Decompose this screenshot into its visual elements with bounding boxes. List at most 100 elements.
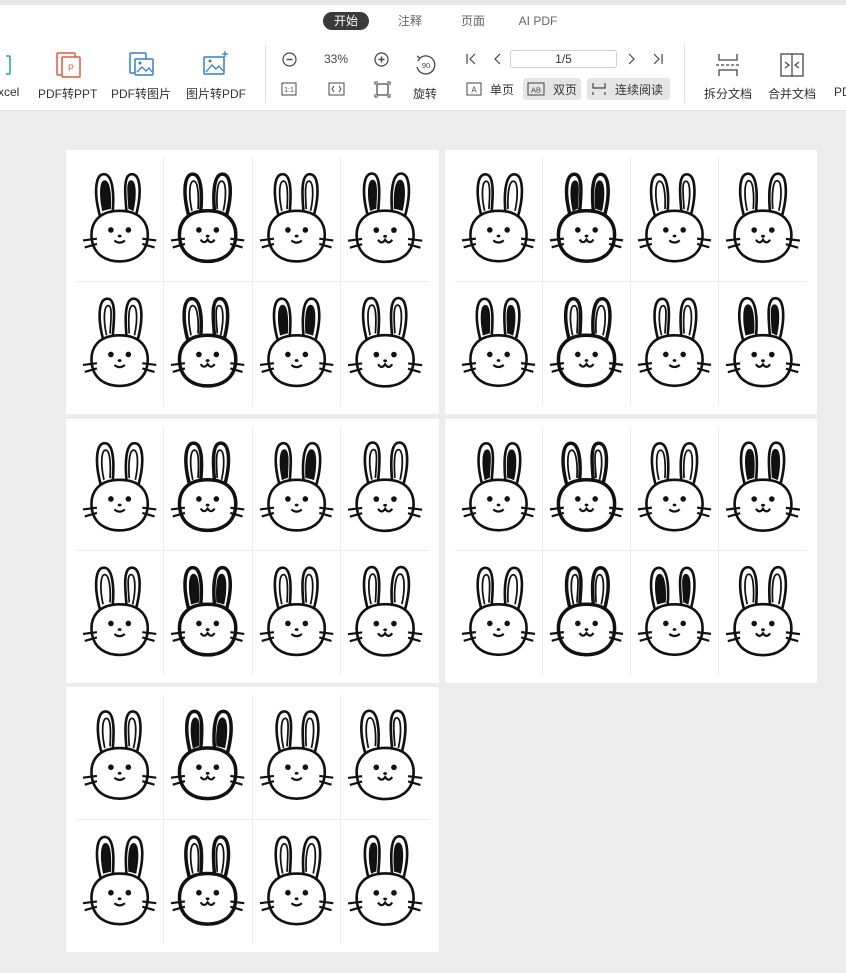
rabbit-illustration	[543, 158, 631, 282]
to-excel-button[interactable]: xcel	[0, 49, 19, 99]
ppt-icon: P	[55, 49, 81, 81]
rabbit-illustration	[631, 282, 719, 406]
single-page-label: 单页	[490, 82, 515, 97]
zoom-level[interactable]: 33%	[324, 52, 348, 66]
document-page-2[interactable]	[445, 150, 817, 414]
toolbar: 开始 注释 页面 AI PDF xcel P PDF转PPT PDF转图片 图片…	[0, 5, 846, 111]
pdf-to-image-icon	[127, 49, 155, 81]
rabbit-illustration	[719, 551, 807, 675]
continuous-read-button[interactable]: 连续阅读	[587, 78, 670, 100]
rabbit-illustration	[341, 551, 429, 675]
tab-page[interactable]: 页面	[455, 12, 491, 30]
rabbit-illustration	[252, 427, 341, 551]
rotate-button[interactable]: 90 旋转	[413, 49, 437, 102]
svg-text:AB: AB	[531, 86, 541, 95]
rabbit-illustration	[164, 819, 253, 944]
rabbit-illustration	[164, 695, 253, 820]
rabbit-illustration	[340, 695, 429, 820]
merge-document-button[interactable]: 合并文档	[768, 49, 816, 102]
rabbit-illustration	[455, 282, 543, 406]
next-page-icon[interactable]	[625, 51, 639, 67]
document-page-1[interactable]	[66, 150, 439, 414]
rabbit-illustration	[719, 427, 807, 551]
actual-size-icon[interactable]: 1:1	[281, 81, 297, 97]
rabbit-illustration	[76, 551, 165, 675]
split-document-button[interactable]: 拆分文档	[704, 49, 752, 102]
rabbit-illustration	[455, 427, 543, 551]
fit-page-icon[interactable]	[373, 80, 391, 98]
rabbit-illustration	[164, 282, 253, 406]
svg-text:P: P	[68, 63, 74, 73]
split-label: 拆分文档	[704, 87, 753, 101]
rabbit-illustration	[164, 158, 253, 282]
rabbit-illustration	[253, 819, 341, 944]
continuous-read-icon	[591, 82, 607, 96]
image-to-pdf-icon	[202, 49, 230, 81]
merge-icon	[779, 49, 805, 81]
rabbit-illustration	[340, 158, 429, 282]
rabbit-illustration	[252, 158, 341, 282]
rabbit-illustration	[455, 158, 543, 282]
double-page-label: 双页	[553, 82, 578, 97]
last-page-icon[interactable]	[651, 51, 665, 67]
merge-label: 合并文档	[768, 87, 817, 101]
rabbit-illustration	[76, 282, 165, 406]
rabbit-illustration	[543, 282, 631, 406]
tab-ai-pdf[interactable]: AI PDF	[513, 12, 563, 30]
pdf-to-ppt-button[interactable]: P PDF转PPT	[38, 49, 97, 102]
rabbit-illustration	[340, 427, 429, 551]
rabbit-illustration	[455, 551, 543, 675]
rabbit-illustration	[631, 158, 719, 282]
to-excel-label: xcel	[0, 85, 20, 99]
svg-text:1:1: 1:1	[284, 87, 294, 94]
rabbit-illustration	[341, 820, 429, 945]
rabbit-illustration	[253, 551, 341, 675]
pdf-tool-partial-label: PD	[834, 85, 846, 99]
image-to-pdf-label: 图片转PDF	[186, 87, 247, 101]
rabbit-illustration	[341, 282, 429, 406]
tab-start[interactable]: 开始	[323, 12, 369, 30]
document-page-4[interactable]	[445, 419, 817, 683]
toolbar-divider	[684, 45, 685, 103]
single-page-icon: A	[466, 82, 482, 96]
rotate-label: 旋转	[413, 87, 438, 101]
first-page-icon[interactable]	[464, 51, 478, 67]
pdf-to-image-label: PDF转图片	[111, 87, 172, 101]
document-page-3[interactable]	[66, 419, 439, 683]
rabbit-illustration	[76, 158, 165, 282]
single-page-button[interactable]: A 单页	[462, 78, 518, 100]
svg-text:A: A	[471, 86, 477, 95]
rabbit-illustration	[631, 551, 719, 675]
pdf-to-image-button[interactable]: PDF转图片	[111, 49, 171, 102]
page-number-input[interactable]	[510, 50, 617, 68]
image-to-pdf-button[interactable]: 图片转PDF	[186, 49, 246, 102]
document-page-5[interactable]	[66, 687, 439, 952]
prev-page-icon[interactable]	[490, 51, 504, 67]
rabbit-illustration	[543, 551, 631, 675]
rabbit-illustration	[719, 282, 807, 406]
rabbit-illustration	[76, 695, 165, 820]
double-page-icon: AB	[527, 82, 545, 96]
continuous-read-label: 连续阅读	[615, 82, 664, 97]
split-icon	[715, 49, 741, 81]
rabbit-illustration	[719, 158, 807, 282]
rabbit-illustration	[543, 427, 631, 551]
rabbit-illustration	[253, 282, 341, 406]
tab-annotate[interactable]: 注释	[392, 12, 428, 30]
rotate-icon: 90	[413, 49, 437, 81]
toolbar-divider	[265, 45, 266, 103]
zoom-in-icon[interactable]	[373, 51, 389, 67]
rabbit-illustration	[631, 427, 719, 551]
double-page-button[interactable]: AB 双页	[523, 78, 581, 100]
ribbon-tabs: 开始 注释 页面 AI PDF	[0, 12, 846, 32]
rabbit-illustration	[76, 819, 165, 944]
rotate-badge: 90	[422, 61, 430, 70]
pdf-to-ppt-label: PDF转PPT	[38, 87, 98, 101]
rabbit-illustration	[164, 427, 253, 551]
excel-icon	[5, 49, 12, 81]
zoom-out-icon[interactable]	[281, 51, 297, 67]
pdf-tool-partial-button[interactable]: PD	[834, 49, 846, 99]
rabbit-illustration	[76, 427, 165, 551]
fit-width-icon[interactable]	[327, 81, 345, 97]
rabbit-illustration	[252, 695, 341, 820]
